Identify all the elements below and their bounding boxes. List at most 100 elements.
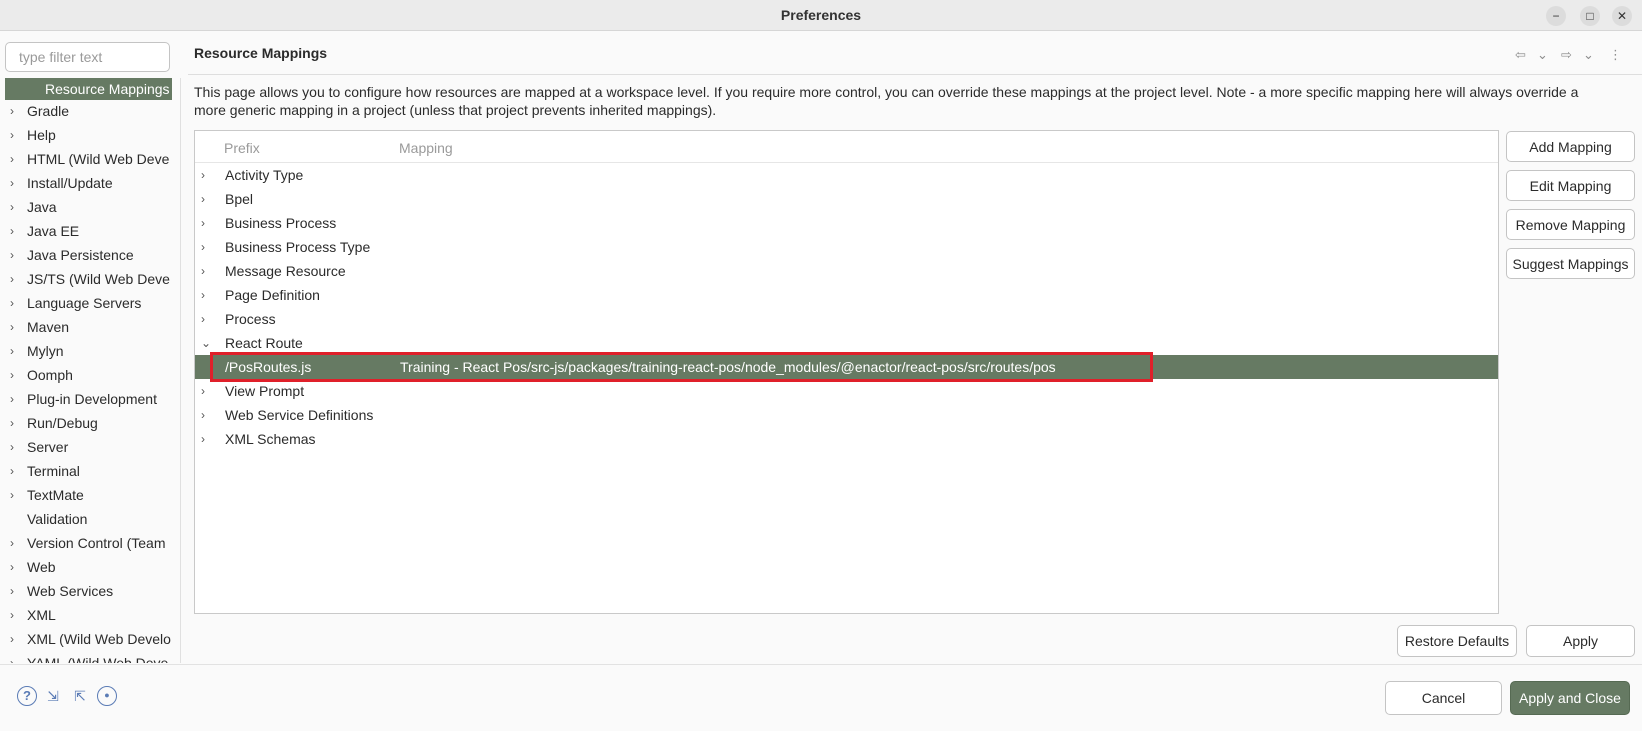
- tree-item-selected[interactable]: Resource Mappings: [5, 78, 172, 100]
- tree-item[interactable]: › Web: [0, 556, 172, 579]
- more-icon[interactable]: ⋮: [1609, 47, 1622, 63]
- chevron-right-icon[interactable]: ›: [10, 268, 22, 291]
- chevron-right-icon[interactable]: ›: [201, 235, 215, 259]
- import-icon[interactable]: ⇲: [43, 686, 63, 706]
- chevron-right-icon[interactable]: ›: [10, 148, 22, 171]
- tree-item[interactable]: › Web Services: [0, 580, 172, 603]
- chevron-right-icon[interactable]: ›: [10, 340, 22, 363]
- chevron-right-icon[interactable]: ›: [10, 364, 22, 387]
- tree-item[interactable]: › Terminal: [0, 460, 172, 483]
- tree-item[interactable]: › Help: [0, 124, 172, 147]
- export-icon[interactable]: ⇱: [70, 686, 90, 706]
- chevron-right-icon[interactable]: ›: [201, 187, 215, 211]
- row-prefix: Process: [225, 311, 276, 327]
- chevron-right-icon[interactable]: ›: [201, 259, 215, 283]
- table-row[interactable]: › Business Process Type: [195, 235, 1498, 259]
- tree-item[interactable]: › Server: [0, 436, 172, 459]
- record-icon[interactable]: ●: [97, 686, 117, 706]
- chevron-right-icon[interactable]: ›: [201, 163, 215, 187]
- chevron-right-icon[interactable]: ›: [201, 283, 215, 307]
- tree-item-label: Help: [27, 127, 56, 143]
- tree-item[interactable]: › XML (Wild Web Develo: [0, 628, 172, 651]
- table-row[interactable]: › View Prompt: [195, 379, 1498, 403]
- chevron-right-icon[interactable]: ›: [201, 403, 215, 427]
- table-row[interactable]: › Business Process: [195, 211, 1498, 235]
- edit-mapping-button[interactable]: Edit Mapping: [1506, 170, 1635, 201]
- tree-item[interactable]: › XML: [0, 604, 172, 627]
- chevron-right-icon[interactable]: ›: [10, 604, 22, 627]
- remove-mapping-button[interactable]: Remove Mapping: [1506, 209, 1635, 240]
- apply-button[interactable]: Apply: [1526, 625, 1635, 657]
- tree-item[interactable]: › YAML (Wild Web Deve: [0, 652, 172, 663]
- row-prefix: Business Process Type: [225, 239, 371, 255]
- chevron-right-icon[interactable]: ›: [201, 379, 215, 403]
- tree-item[interactable]: › Language Servers: [0, 292, 172, 315]
- filter-input[interactable]: [5, 42, 170, 72]
- table-row[interactable]: › Bpel: [195, 187, 1498, 211]
- maximize-icon[interactable]: □: [1580, 6, 1600, 26]
- tree-item[interactable]: › Java: [0, 196, 172, 219]
- table-row[interactable]: › Message Resource: [195, 259, 1498, 283]
- table-row[interactable]: › XML Schemas: [195, 427, 1498, 451]
- minimize-icon[interactable]: −: [1546, 6, 1566, 26]
- forward-menu-icon[interactable]: ⌄: [1583, 47, 1594, 63]
- chevron-right-icon[interactable]: ›: [201, 211, 215, 235]
- forward-icon[interactable]: ⇨: [1561, 47, 1572, 63]
- tree-item[interactable]: › Plug-in Development: [0, 388, 172, 411]
- chevron-right-icon[interactable]: ›: [10, 388, 22, 411]
- tree-item-label: TextMate: [27, 487, 84, 503]
- chevron-right-icon[interactable]: ›: [10, 580, 22, 603]
- chevron-right-icon[interactable]: ›: [10, 556, 22, 579]
- add-mapping-button[interactable]: Add Mapping: [1506, 131, 1635, 162]
- chevron-right-icon[interactable]: ›: [10, 628, 22, 651]
- tree-item[interactable]: › Java EE: [0, 220, 172, 243]
- back-menu-icon[interactable]: ⌄: [1537, 47, 1548, 63]
- mappings-table[interactable]: Prefix Mapping › Activity Type › Bpel › Busin…: [194, 130, 1499, 614]
- row-prefix: Activity Type: [225, 167, 304, 183]
- tree-item[interactable]: › Gradle: [0, 100, 172, 123]
- cancel-button[interactable]: Cancel: [1385, 681, 1502, 715]
- table-row[interactable]: › Page Definition: [195, 283, 1498, 307]
- apply-and-close-button[interactable]: Apply and Close: [1510, 681, 1630, 715]
- chevron-right-icon[interactable]: ›: [10, 196, 22, 219]
- column-header-mapping[interactable]: Mapping: [399, 138, 453, 158]
- chevron-right-icon[interactable]: ›: [10, 292, 22, 315]
- chevron-right-icon[interactable]: ›: [10, 412, 22, 435]
- chevron-right-icon[interactable]: ›: [10, 484, 22, 507]
- chevron-right-icon[interactable]: ›: [10, 244, 22, 267]
- tree-item[interactable]: › Mylyn: [0, 340, 172, 363]
- tree-item[interactable]: Validation: [0, 508, 172, 531]
- tree-item[interactable]: › HTML (Wild Web Deve: [0, 148, 172, 171]
- chevron-right-icon[interactable]: ›: [10, 652, 22, 663]
- tree-item[interactable]: › Oomph: [0, 364, 172, 387]
- tree-item[interactable]: › Install/Update: [0, 172, 172, 195]
- table-row[interactable]: › Activity Type: [195, 163, 1498, 187]
- chevron-right-icon[interactable]: ›: [10, 316, 22, 339]
- chevron-right-icon[interactable]: ›: [10, 172, 22, 195]
- chevron-right-icon[interactable]: ›: [10, 220, 22, 243]
- chevron-right-icon[interactable]: ›: [10, 460, 22, 483]
- chevron-right-icon[interactable]: ›: [201, 427, 215, 451]
- table-row[interactable]: › Web Service Definitions: [195, 403, 1498, 427]
- restore-defaults-button[interactable]: Restore Defaults: [1397, 625, 1517, 657]
- table-row[interactable]: › Process: [195, 307, 1498, 331]
- chevron-right-icon[interactable]: ›: [10, 100, 22, 123]
- row-prefix: XML Schemas: [225, 431, 316, 447]
- tree-item[interactable]: › Version Control (Team: [0, 532, 172, 555]
- tree-item[interactable]: › JS/TS (Wild Web Deve: [0, 268, 172, 291]
- tree-item[interactable]: › Java Persistence: [0, 244, 172, 267]
- tree-item[interactable]: › Run/Debug: [0, 412, 172, 435]
- chevron-right-icon[interactable]: ›: [10, 532, 22, 555]
- tree-item[interactable]: › Maven: [0, 316, 172, 339]
- tree-item[interactable]: › TextMate: [0, 484, 172, 507]
- page-description: This page allows you to configure how re…: [194, 84, 1579, 118]
- back-icon[interactable]: ⇦: [1515, 47, 1526, 63]
- column-header-prefix[interactable]: Prefix: [224, 138, 260, 158]
- chevron-right-icon[interactable]: ›: [10, 436, 22, 459]
- close-icon[interactable]: ✕: [1612, 6, 1632, 26]
- chevron-right-icon[interactable]: ›: [201, 307, 215, 331]
- preferences-tree[interactable]: Resource Mappings › Gradle › Help › HTML (Wil…: [0, 78, 181, 663]
- help-icon[interactable]: ?: [17, 686, 37, 706]
- suggest-mappings-button[interactable]: Suggest Mappings: [1506, 248, 1635, 279]
- chevron-right-icon[interactable]: ›: [10, 124, 22, 147]
